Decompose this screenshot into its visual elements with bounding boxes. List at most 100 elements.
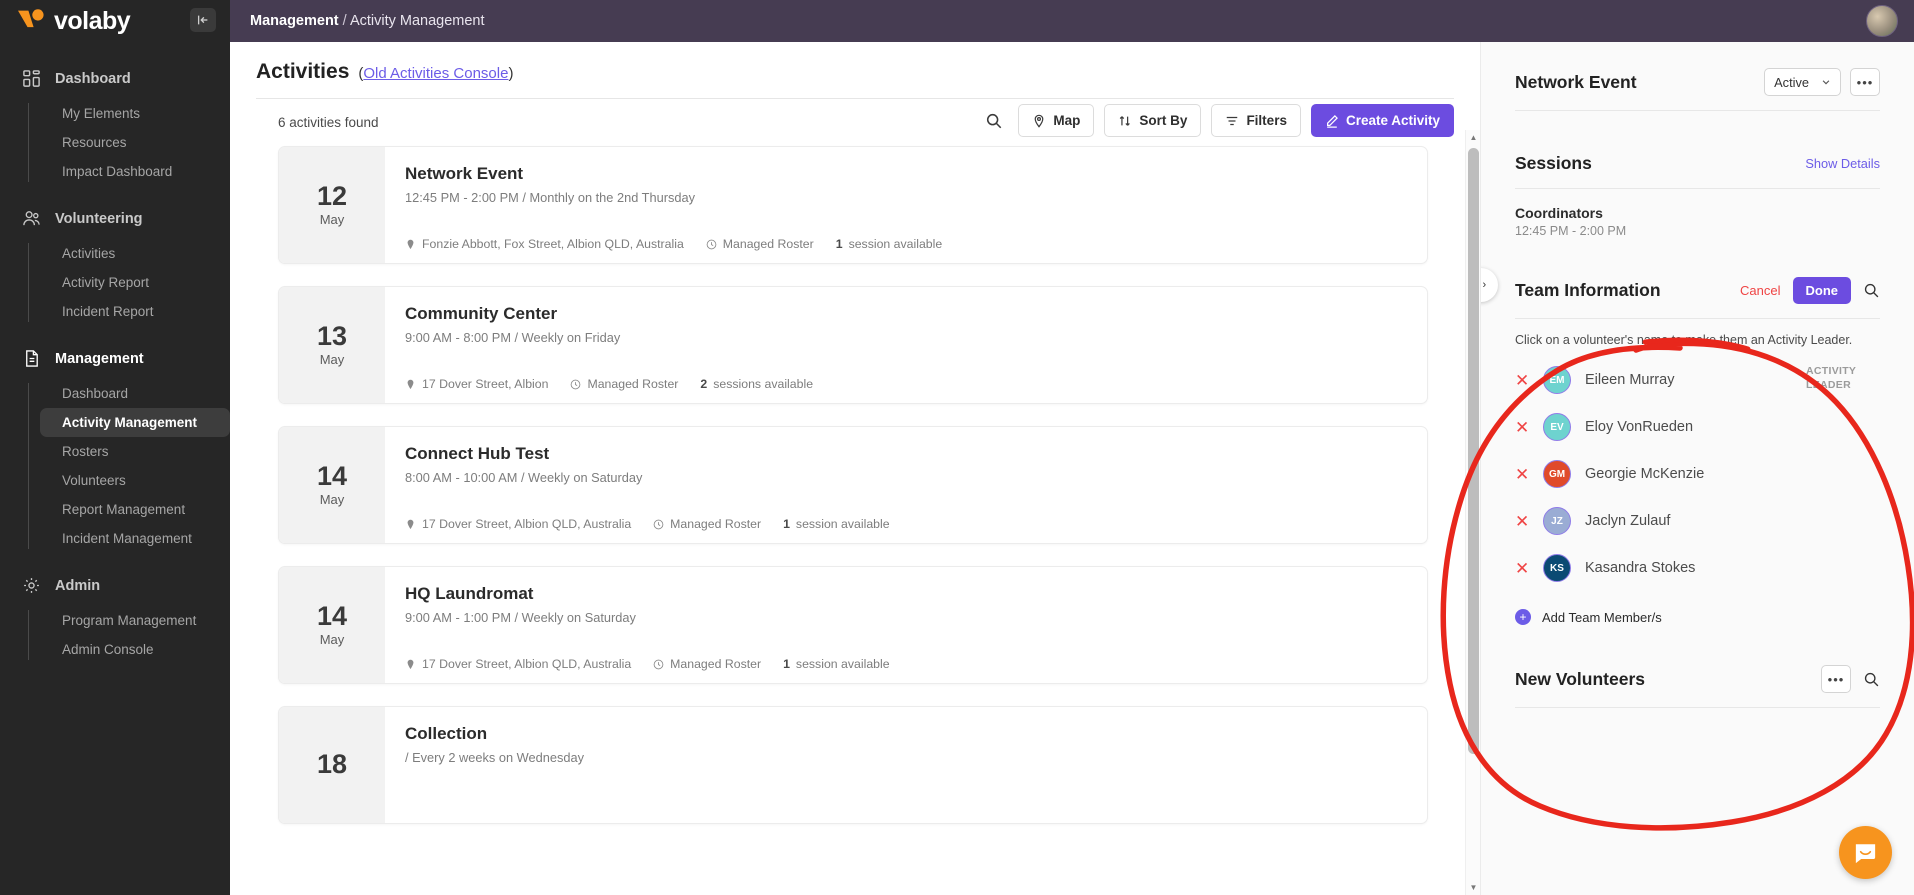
sidebar-group-management[interactable]: Management bbox=[0, 340, 230, 377]
sidebar-item-impact-dashboard[interactable]: Impact Dashboard bbox=[40, 157, 230, 186]
team-member-name[interactable]: Eileen Murray bbox=[1585, 372, 1674, 388]
sidebar-item-admin-console[interactable]: Admin Console bbox=[40, 635, 230, 664]
activity-meta: 17 Dover Street, Albion QLD, Australia M… bbox=[405, 639, 1407, 671]
done-button[interactable]: Done bbox=[1792, 277, 1851, 304]
leader-badge-line1: ACTIVITY bbox=[1806, 365, 1857, 377]
nav-group-dashboard: Dashboard My Elements Resources Impact D… bbox=[0, 60, 230, 186]
sidebar-item-incident-report[interactable]: Incident Report bbox=[40, 297, 230, 326]
activity-date: 14 May bbox=[279, 427, 385, 543]
status-select[interactable]: Active bbox=[1764, 68, 1841, 96]
scrollbar-thumb[interactable] bbox=[1468, 148, 1479, 754]
sidebar-item-rosters[interactable]: Rosters bbox=[40, 437, 230, 466]
sidebar-item-resources[interactable]: Resources bbox=[40, 128, 230, 157]
sidebar-item-activities[interactable]: Activities bbox=[40, 239, 230, 268]
activity-card[interactable]: 12 May Network Event 12:45 PM - 2:00 PM … bbox=[278, 146, 1428, 264]
sort-icon bbox=[1120, 115, 1131, 126]
remove-member-icon[interactable]: ✕ bbox=[1515, 466, 1529, 483]
activity-card[interactable]: 14 May Connect Hub Test 8:00 AM - 10:00 … bbox=[278, 426, 1428, 544]
activity-day: 14 bbox=[316, 601, 348, 631]
activities-column: Activities (Old Activities Console) Map … bbox=[230, 42, 1480, 895]
activity-roster-text: Managed Roster bbox=[722, 237, 814, 251]
panel-collapse-toggle[interactable]: ‹ › bbox=[1481, 268, 1498, 302]
page-title: Activities bbox=[256, 60, 350, 83]
sidebar-item-my-elements[interactable]: My Elements bbox=[40, 99, 230, 128]
clock-icon bbox=[706, 239, 717, 249]
remove-member-icon[interactable]: ✕ bbox=[1515, 419, 1529, 436]
add-team-members-label: Add Team Member/s bbox=[1542, 609, 1662, 625]
activity-body: HQ Laundromat 9:00 AM - 1:00 PM / Weekly… bbox=[385, 567, 1427, 683]
sidebar-item-dashboard[interactable]: Dashboard bbox=[40, 379, 230, 408]
sidebar-item-program-management[interactable]: Program Management bbox=[40, 606, 230, 635]
activity-month: May bbox=[319, 212, 345, 227]
sessions-title: Sessions bbox=[1515, 153, 1592, 173]
volaby-logo-icon bbox=[16, 8, 46, 34]
team-member-name[interactable]: Eloy VonRueden bbox=[1585, 419, 1693, 435]
old-activities-console-link[interactable]: Old Activities Console bbox=[363, 65, 508, 82]
sidebar-item-activity-report[interactable]: Activity Report bbox=[40, 268, 230, 297]
activity-roster-text: Managed Roster bbox=[670, 517, 762, 531]
activity-sessions-label: session available bbox=[795, 517, 890, 531]
create-activity-label: Create Activity bbox=[1345, 113, 1440, 128]
activity-name: Network Event bbox=[405, 164, 524, 183]
intercom-chat-button[interactable] bbox=[1839, 826, 1892, 879]
team-divider bbox=[1515, 318, 1880, 319]
activity-more-options-button[interactable]: ••• bbox=[1850, 68, 1880, 96]
activity-location-text: 17 Dover Street, Albion QLD, Australia bbox=[422, 517, 632, 531]
team-member-name[interactable]: Georgie McKenzie bbox=[1585, 466, 1704, 482]
nav-group-management: Management Dashboard Activity Management… bbox=[0, 340, 230, 553]
team-member-row[interactable]: ✕ GM Georgie McKenzie bbox=[1515, 460, 1880, 488]
cancel-button[interactable]: Cancel bbox=[1740, 283, 1780, 298]
nav-sub-volunteering: Activities Activity Report Incident Repo… bbox=[0, 239, 230, 326]
sidebar-item-incident-management[interactable]: Incident Management bbox=[40, 524, 230, 553]
remove-member-icon[interactable]: ✕ bbox=[1515, 560, 1529, 577]
scroll-up-arrow[interactable]: ▲ bbox=[1466, 130, 1480, 145]
remove-member-icon[interactable]: ✕ bbox=[1515, 372, 1529, 389]
activity-roster: Managed Roster bbox=[570, 377, 678, 391]
sidebar-group-admin[interactable]: Admin bbox=[0, 567, 230, 604]
team-member-name[interactable]: Kasandra Stokes bbox=[1585, 560, 1695, 576]
team-search-icon[interactable] bbox=[1863, 282, 1880, 299]
activity-name: HQ Laundromat bbox=[405, 584, 534, 603]
new-volunteers-header: New Volunteers ••• bbox=[1515, 625, 1880, 693]
sidebar-group-dashboard[interactable]: Dashboard bbox=[0, 60, 230, 97]
add-team-members-button[interactable]: + Add Team Member/s bbox=[1515, 609, 1880, 625]
activities-scroll-region[interactable]: 12 May Network Event 12:45 PM - 2:00 PM … bbox=[230, 130, 1480, 895]
team-member-row[interactable]: ✕ JZ Jaclyn Zulauf bbox=[1515, 507, 1880, 535]
new-volunteers-more-options-button[interactable]: ••• bbox=[1821, 665, 1851, 693]
new-volunteers-divider bbox=[1515, 707, 1880, 708]
activity-card[interactable]: 14 May HQ Laundromat 9:00 AM - 1:00 PM /… bbox=[278, 566, 1428, 684]
sidebar-item-volunteers[interactable]: Volunteers bbox=[40, 466, 230, 495]
paren-close: ) bbox=[508, 65, 514, 82]
activity-card[interactable]: 13 May Community Center 9:00 AM - 8:00 P… bbox=[278, 286, 1428, 404]
team-member-name[interactable]: Jaclyn Zulauf bbox=[1585, 513, 1670, 529]
filter-icon bbox=[1227, 116, 1238, 125]
sidebar-item-report-management[interactable]: Report Management bbox=[40, 495, 230, 524]
sidebar-nav: Dashboard My Elements Resources Impact D… bbox=[0, 60, 230, 664]
activities-header: Activities (Old Activities Console) bbox=[230, 42, 1480, 84]
scroll-down-arrow[interactable]: ▼ bbox=[1466, 880, 1480, 895]
activity-month: May bbox=[319, 632, 345, 647]
remove-member-icon[interactable]: ✕ bbox=[1515, 513, 1529, 530]
collapse-sidebar-icon[interactable] bbox=[190, 8, 216, 32]
show-details-link[interactable]: Show Details bbox=[1805, 156, 1880, 171]
new-volunteers-search-icon[interactable] bbox=[1863, 671, 1880, 688]
sidebar-group-label: Management bbox=[55, 350, 144, 367]
breadcrumb-root[interactable]: Management bbox=[250, 13, 339, 29]
leader-badge-line2: LEADER bbox=[1806, 379, 1851, 392]
filters-button-label: Filters bbox=[1246, 113, 1287, 128]
activity-card[interactable]: 18 Collection / Every 2 weeks on Wednesd… bbox=[278, 706, 1428, 824]
sidebar-item-activity-management[interactable]: Activity Management bbox=[40, 408, 230, 437]
avatar: KS bbox=[1543, 554, 1571, 582]
scrollbar[interactable]: ▲ ▼ bbox=[1465, 130, 1480, 895]
activity-leader-badge: ACTIVITY LEADER bbox=[1806, 364, 1868, 392]
team-member-row[interactable]: ✕ KS Kasandra Stokes bbox=[1515, 554, 1880, 582]
activity-name: Community Center bbox=[405, 304, 558, 323]
activity-date: 13 May bbox=[279, 287, 385, 403]
clock-icon bbox=[653, 519, 664, 529]
team-member-row[interactable]: ✕ EV Eloy VonRueden bbox=[1515, 413, 1880, 441]
team-member-row[interactable]: ✕ EM Eileen Murray ACTIVITY LEADER bbox=[1515, 364, 1880, 394]
sidebar-group-volunteering[interactable]: Volunteering bbox=[0, 200, 230, 237]
activity-sessions-count: 1 bbox=[783, 517, 790, 531]
avatar[interactable] bbox=[1866, 5, 1898, 37]
activity-sessions: 1 session available bbox=[836, 237, 943, 251]
